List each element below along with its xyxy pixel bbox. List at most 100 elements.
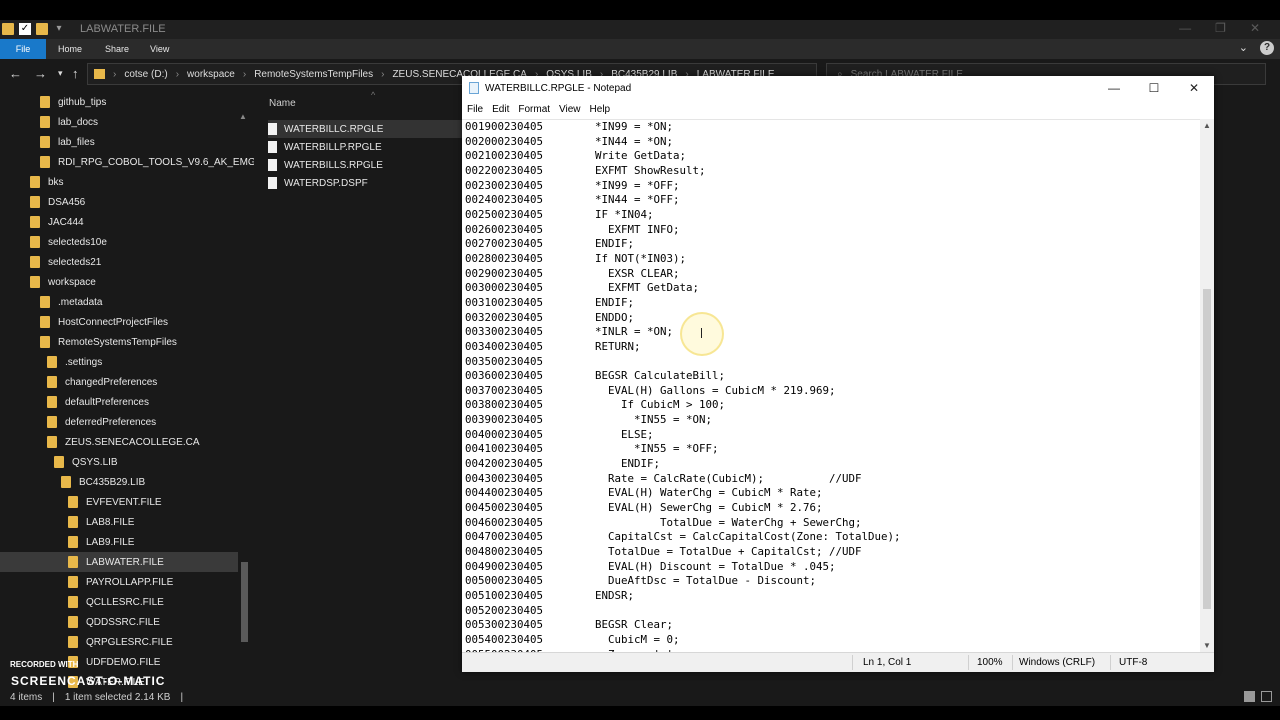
tree-item[interactable]: deferredPreferences — [0, 412, 238, 432]
details-view-icon[interactable] — [1244, 691, 1255, 702]
breadcrumb-remotesystems[interactable]: RemoteSystemsTempFiles — [254, 69, 373, 80]
file-name: WATERBILLS.RPGLE — [284, 159, 383, 171]
properties-check-icon[interactable]: ✓ — [19, 23, 31, 35]
tree-item-label: RDI_RPG_COBOL_TOOLS_V9.6_AK_EMG — [58, 156, 254, 168]
folder-icon — [47, 356, 57, 368]
tree-item[interactable]: QCLLESRC.FILE — [0, 592, 238, 612]
tree-item-label: UDFDEMO.FILE — [86, 656, 161, 668]
tree-item[interactable]: lab_docs — [0, 112, 238, 132]
menu-edit[interactable]: Edit — [492, 104, 509, 115]
folder-icon — [68, 496, 78, 508]
tree-item[interactable]: EVFEVENT.FILE — [0, 492, 238, 512]
forward-arrow-icon[interactable]: → — [34, 66, 47, 81]
code-line: 005300230405 BEGSR Clear; — [465, 618, 674, 632]
tree-item[interactable]: bks — [0, 172, 238, 192]
code-line: 003800230405 If CubicM > 100; — [465, 398, 726, 412]
editor-vertical-scrollbar[interactable]: ▲ ▼ — [1200, 119, 1214, 652]
mouse-cursor-highlight — [680, 312, 724, 356]
code-line: 002600230405 EXFMT INFO; — [465, 222, 680, 236]
folder-icon — [40, 96, 50, 108]
large-icons-view-icon[interactable] — [1261, 691, 1272, 702]
new-folder-icon[interactable] — [36, 23, 48, 35]
tree-item[interactable]: defaultPreferences — [0, 392, 238, 412]
column-header-name[interactable]: Name — [269, 98, 296, 109]
tree-item[interactable]: QRPGLESRC.FILE — [0, 632, 238, 652]
folder-icon — [30, 196, 40, 208]
explorer-minimize-button[interactable]: — — [1179, 21, 1191, 35]
menu-file[interactable]: File — [467, 104, 483, 115]
menu-format[interactable]: Format — [518, 104, 550, 115]
tree-item[interactable]: selecteds21 — [0, 252, 238, 272]
scroll-down-icon[interactable]: ▼ — [1203, 641, 1211, 650]
tree-item[interactable]: selecteds10e — [0, 232, 238, 252]
tree-item[interactable]: changedPreferences — [0, 372, 238, 392]
tree-item[interactable]: RemoteSystemsTempFiles — [0, 332, 238, 352]
code-line: 004100230405 *IN55 = *OFF; — [465, 442, 719, 456]
breadcrumb-drive[interactable]: cotse (D:) — [124, 69, 167, 80]
notepad-minimize-button[interactable]: — — [1094, 76, 1134, 100]
ribbon-tab-file[interactable]: File — [0, 39, 46, 59]
status-encoding: UTF-8 — [1119, 657, 1148, 668]
tree-item-label: lab_docs — [58, 116, 99, 128]
tree-item[interactable]: LAB9.FILE — [0, 532, 238, 552]
tree-item[interactable]: BC435B29.LIB — [0, 472, 238, 492]
code-line: 003100230405 ENDIF; — [465, 295, 635, 309]
code-line: 003500230405 — [465, 354, 544, 368]
code-line: 002500230405 IF *IN04; — [465, 207, 654, 221]
scrollbar-thumb[interactable] — [241, 562, 248, 642]
folder-icon — [40, 136, 50, 148]
ribbon-tab-share[interactable]: Share — [105, 39, 129, 59]
scroll-up-icon[interactable]: ▲ — [1203, 121, 1211, 130]
navigation-pane-scrollbar[interactable]: ▲ ▼ — [239, 112, 249, 703]
file-row[interactable]: WATERBILLS.RPGLE — [268, 156, 464, 174]
code-line: 002900230405 EXSR CLEAR; — [465, 266, 680, 280]
tree-item[interactable]: github_tips — [0, 92, 238, 112]
folder-icon — [30, 256, 40, 268]
tree-item[interactable]: JAC444 — [0, 212, 238, 232]
ribbon-tab-view[interactable]: View — [150, 39, 169, 59]
tree-item[interactable]: QDDSSRC.FILE — [0, 612, 238, 632]
explorer-close-button[interactable]: ✕ — [1250, 21, 1260, 35]
tree-item[interactable]: .settings — [0, 352, 238, 372]
notepad-maximize-button[interactable]: ☐ — [1134, 76, 1174, 100]
folder-icon — [30, 216, 40, 228]
tree-item[interactable]: LABWATER.FILE — [0, 552, 238, 572]
scroll-up-icon[interactable]: ▲ — [239, 112, 247, 121]
tree-item[interactable]: LAB8.FILE — [0, 512, 238, 532]
notepad-icon — [469, 82, 479, 94]
tree-item-label: changedPreferences — [65, 376, 158, 388]
tree-item[interactable]: lab_files — [0, 132, 238, 152]
notepad-menu-bar: File Edit Format View Help — [462, 100, 1214, 119]
tree-item-label: deferredPreferences — [65, 416, 157, 428]
back-arrow-icon[interactable]: ← — [9, 66, 22, 81]
file-row[interactable]: WATERDSP.DSPF — [268, 174, 464, 192]
code-line: 002400230405 *IN44 = *OFF; — [465, 193, 680, 207]
tree-item[interactable]: workspace — [0, 272, 238, 292]
file-row[interactable]: WATERBILLP.RPGLE — [268, 138, 464, 156]
tree-item[interactable]: .metadata — [0, 292, 238, 312]
scrollbar-thumb[interactable] — [1203, 289, 1211, 609]
tree-item-label: github_tips — [58, 96, 107, 108]
text-editor[interactable]: 001900230405 *IN99 = *ON; 002000230405 *I… — [462, 119, 1214, 652]
expand-ribbon-icon[interactable]: ⌄ — [1239, 41, 1248, 55]
tree-item[interactable]: ZEUS.SENECACOLLEGE.CA — [0, 432, 238, 452]
ribbon-tab-home[interactable]: Home — [58, 39, 82, 59]
notepad-close-button[interactable]: ✕ — [1174, 76, 1214, 100]
file-row[interactable]: WATERBILLC.RPGLE — [268, 120, 464, 138]
up-arrow-icon[interactable]: ↑ — [72, 66, 79, 81]
menu-view[interactable]: View — [559, 104, 581, 115]
explorer-restore-button[interactable]: ❐ — [1215, 21, 1226, 35]
help-icon[interactable]: ? — [1260, 41, 1274, 55]
tree-item[interactable]: DSA456 — [0, 192, 238, 212]
customize-toolbar-icon[interactable]: ▾ — [53, 23, 65, 35]
tree-item[interactable]: PAYROLLAPP.FILE — [0, 572, 238, 592]
folder-icon — [68, 596, 78, 608]
menu-help[interactable]: Help — [590, 104, 611, 115]
breadcrumb-workspace[interactable]: workspace — [187, 69, 235, 80]
watermark-logo-text: SCREENCAST-O-MATIC — [11, 674, 166, 688]
tree-item[interactable]: HostConnectProjectFiles — [0, 312, 238, 332]
tree-item[interactable]: QSYS.LIB — [0, 452, 238, 472]
tree-item[interactable]: RDI_RPG_COBOL_TOOLS_V9.6_AK_EMG — [0, 152, 254, 172]
recent-locations-icon[interactable]: ▾ — [58, 68, 63, 79]
tree-item-label: lab_files — [58, 136, 95, 148]
